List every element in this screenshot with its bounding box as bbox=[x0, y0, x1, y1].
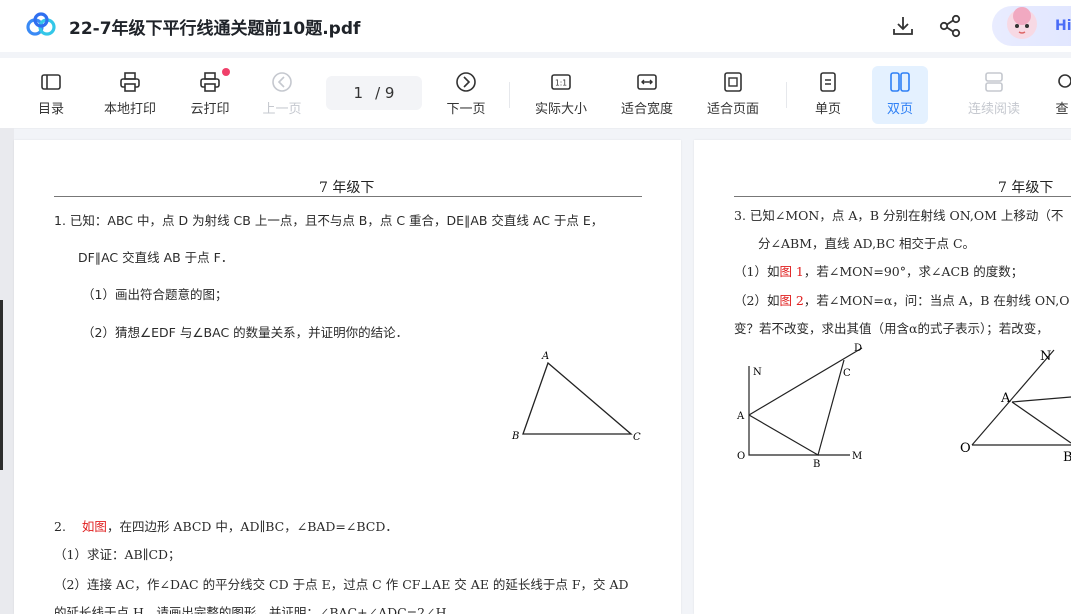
search-label: 查 bbox=[1055, 102, 1069, 117]
q3-line1: 3. 已知∠MON，点 A，B 分别在射线 ON,OM 上移动（不 bbox=[734, 208, 1064, 223]
single-page-label: 单页 bbox=[814, 102, 841, 117]
header-rule bbox=[734, 196, 1071, 197]
fit-width-icon bbox=[637, 74, 657, 90]
fit-width-button[interactable]: 适合宽度 bbox=[616, 66, 678, 124]
toolbar-divider bbox=[509, 82, 510, 108]
q2-text: ，在四边形 ABCD 中，AD∥BC，∠BAD=∠BCD． bbox=[106, 519, 398, 534]
fig1-label-a: A bbox=[736, 411, 745, 422]
search-button[interactable]: 查 bbox=[1053, 66, 1071, 124]
q1-line2: DF∥AC 交直线 AB 于点 F． bbox=[78, 250, 234, 265]
actual-size-button[interactable]: 1:1 实际大小 bbox=[530, 66, 592, 124]
title-bar: 22-7年级下平行线通关题前10题.pdf Hi bbox=[0, 0, 1071, 52]
next-page-icon bbox=[456, 72, 476, 92]
cloud-printer-icon bbox=[200, 72, 220, 92]
assistant-label[interactable]: Hi bbox=[1055, 18, 1071, 34]
page-current[interactable]: 1 bbox=[354, 84, 364, 102]
q1-triangle-figure: A B C bbox=[511, 351, 641, 443]
fig-label-a: A bbox=[541, 351, 549, 362]
fig1-label-n: N bbox=[753, 367, 762, 378]
page-total: / 9 bbox=[375, 84, 395, 102]
cloud-print-label: 云打印 bbox=[190, 102, 230, 117]
continuous-read-label: 连续阅读 bbox=[967, 102, 1020, 117]
fig1-label-d: D bbox=[854, 343, 862, 354]
document-title: 22-7年级下平行线通关题前10题.pdf bbox=[69, 19, 361, 39]
prev-page-icon bbox=[272, 72, 292, 92]
baidu-netdisk-logo bbox=[26, 12, 56, 36]
fig-label-c: C bbox=[633, 432, 641, 443]
next-page-button[interactable]: 下一页 bbox=[443, 66, 489, 124]
actual-size-glyph: 1:1 bbox=[555, 79, 567, 88]
notification-dot bbox=[222, 68, 230, 76]
q3-part2: （2）如图 2，若∠MON=α，问：当点 A，B 在射线 ON,O bbox=[734, 290, 1070, 309]
q2-number: 2. bbox=[54, 519, 66, 534]
q3-fig2-ref: 图 2 bbox=[779, 293, 804, 308]
q1-part1: （1）画出符合题意的图； bbox=[82, 287, 228, 302]
double-page-icon bbox=[890, 72, 910, 92]
actual-size-icon: 1:1 bbox=[551, 74, 571, 90]
fig2-label-o: O bbox=[960, 441, 971, 456]
toc-button[interactable]: 目录 bbox=[36, 66, 66, 124]
q1-line1: 1. 已知：ABC 中，点 D 为射线 CB 上一点，且不与点 B，点 C 重合… bbox=[54, 213, 604, 228]
fig1-label-o: O bbox=[737, 451, 745, 462]
q2-line1: 2. 如图，在四边形 ABCD 中，AD∥BC，∠BAD=∠BCD． bbox=[54, 516, 398, 535]
fit-page-icon bbox=[724, 72, 742, 92]
page-header-text: 7 年级下 bbox=[319, 180, 375, 196]
fig1-label-m: M bbox=[852, 451, 862, 462]
toc-icon bbox=[41, 74, 61, 90]
single-page-button[interactable]: 单页 bbox=[810, 66, 846, 124]
q3-figure-2: N A O B bbox=[960, 349, 1071, 465]
q3-part1-pre: （1）如 bbox=[734, 264, 780, 279]
pdf-page-right: 7 年级下 3. 已知∠MON，点 A，B 分别在射线 ON,OM 上移动（不 … bbox=[694, 140, 1071, 614]
next-page-label: 下一页 bbox=[446, 102, 486, 117]
download-icon[interactable] bbox=[890, 13, 916, 39]
q2-part2: （2）连接 AC，作∠DAC 的平分线交 CD 于点 E，过点 C 作 CF⊥A… bbox=[54, 577, 629, 592]
fit-page-label: 适合页面 bbox=[706, 102, 759, 117]
fig-label-b: B bbox=[511, 431, 519, 442]
q2-part1: （1）求证：AB∥CD； bbox=[54, 547, 181, 562]
toolbar-divider bbox=[786, 82, 787, 108]
local-print-button[interactable]: 本地打印 bbox=[99, 66, 161, 124]
printer-icon bbox=[120, 72, 140, 92]
page-header-text: 7 年级下 bbox=[998, 180, 1054, 196]
local-print-label: 本地打印 bbox=[103, 102, 156, 117]
q2-figure-ref: 如图 bbox=[81, 519, 107, 534]
search-icon bbox=[1058, 74, 1071, 88]
q3-part2-post: ，若∠MON=α，问：当点 A，B 在射线 ON,O bbox=[803, 293, 1070, 308]
q3-part1: （1）如图 1，若∠MON=90°，求∠ACB 的度数； bbox=[734, 261, 1023, 280]
continuous-read-icon bbox=[985, 72, 1003, 92]
q3-figure-1: N A O B M C D bbox=[736, 343, 863, 468]
toc-label: 目录 bbox=[37, 102, 64, 117]
fig1-label-b: B bbox=[813, 459, 820, 468]
assistant-avatar-icon[interactable] bbox=[1000, 2, 1044, 48]
fig2-label-b: B bbox=[1063, 450, 1071, 465]
viewer-toolbar: 目录 本地打印 云打印 上一页 1 / 9 下一页 1:1 实际大小 适合宽度 … bbox=[0, 58, 1071, 129]
continuous-read-button[interactable]: 连续阅读 bbox=[963, 66, 1025, 124]
share-icon[interactable] bbox=[937, 13, 963, 39]
q1-part2: （2）猜想∠EDF 与∠BAC 的数量关系，并证明你的结论． bbox=[82, 325, 409, 340]
q3-part2-cont: 变？若不改变，求出其值（用含α的式子表示）；若改变， bbox=[734, 321, 1049, 336]
fig1-label-c: C bbox=[843, 368, 851, 379]
page-indicator[interactable]: 1 / 9 bbox=[326, 76, 422, 110]
header-rule bbox=[54, 196, 642, 197]
prev-page-button[interactable]: 上一页 bbox=[259, 66, 305, 124]
q2-part2-cont: 的延长线于点 H，请画出完整的图形，并证明：∠BAC+∠ADC=2∠H． bbox=[54, 605, 459, 614]
double-page-button[interactable]: 双页 bbox=[872, 66, 928, 124]
single-page-icon bbox=[820, 72, 836, 92]
pdf-page-left: 7 年级下 1. 已知：ABC 中，点 D 为射线 CB 上一点，且不与点 B，… bbox=[14, 140, 681, 614]
actual-size-label: 实际大小 bbox=[534, 102, 587, 117]
prev-page-label: 上一页 bbox=[262, 102, 302, 117]
q3-part2-pre: （2）如 bbox=[734, 293, 780, 308]
left-scroll-indicator bbox=[0, 300, 3, 470]
q3-fig1-ref: 图 1 bbox=[779, 264, 804, 279]
double-page-label: 双页 bbox=[886, 102, 913, 117]
q3-line2: 分∠ABM，直线 AD,BC 相交于点 C。 bbox=[758, 236, 976, 251]
fig2-label-a: A bbox=[1000, 391, 1011, 406]
fig2-label-n: N bbox=[1040, 349, 1051, 364]
fit-width-label: 适合宽度 bbox=[620, 102, 673, 117]
q3-part1-post: ，若∠MON=90°，求∠ACB 的度数； bbox=[803, 264, 1024, 279]
fit-page-button[interactable]: 适合页面 bbox=[702, 66, 764, 124]
